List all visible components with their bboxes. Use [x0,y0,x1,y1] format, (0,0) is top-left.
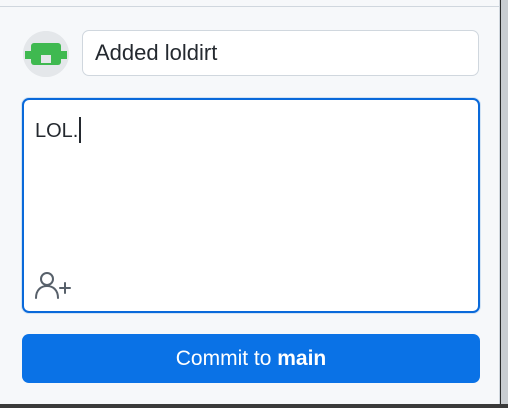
commit-panel: Added loldirt LOL. Commit to main [0,0,500,404]
text-caret [79,117,81,143]
avatar[interactable] [23,31,69,77]
panel-divider [0,6,500,7]
commit-button-label: Commit to [175,347,278,370]
commit-summary-input[interactable]: Added loldirt [82,30,479,76]
commit-description-text: LOL. [35,117,81,143]
window-edge [501,0,508,408]
add-coauthor-button[interactable] [34,270,74,302]
window-bottom-edge [0,404,508,408]
commit-button[interactable]: Commit to main [22,334,480,383]
description-value: LOL. [35,120,79,142]
identicon-avatar-icon [23,31,69,77]
add-person-icon [35,272,71,299]
commit-description-field[interactable]: LOL. [22,98,480,313]
commit-branch-name: main [277,347,327,370]
